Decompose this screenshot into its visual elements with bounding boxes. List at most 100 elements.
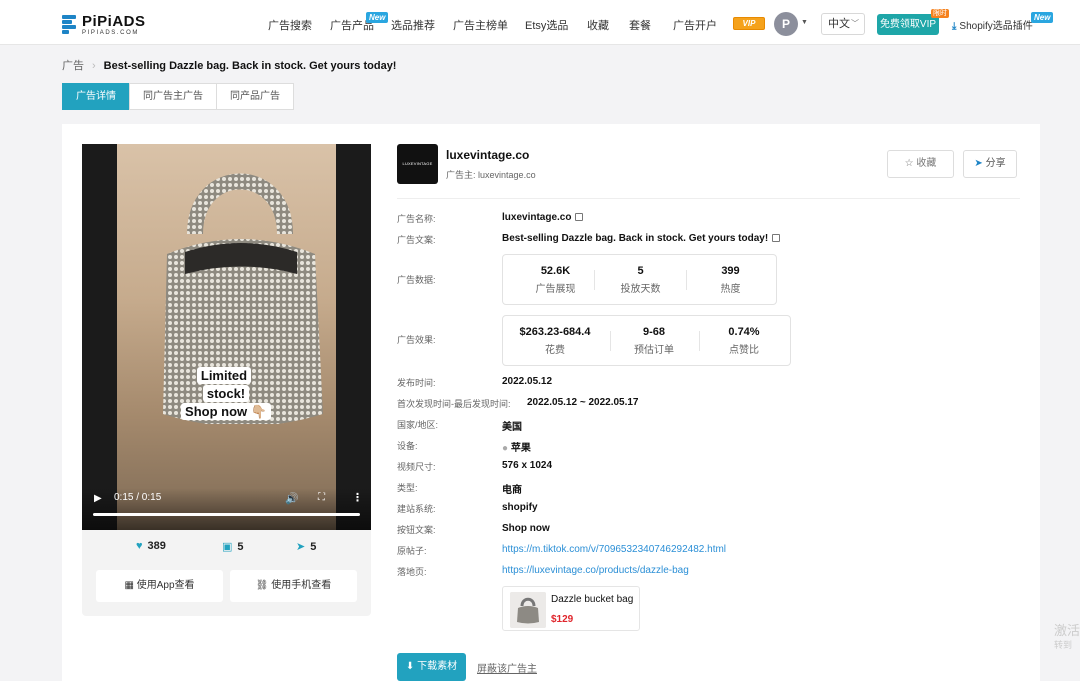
download-material-button[interactable]: ⬇ 下载素材 <box>397 653 466 681</box>
comment-icon: ▣ <box>222 541 233 553</box>
original-post-label: 原帖子: <box>397 546 427 556</box>
cta-label: 按钮文案: <box>397 525 436 535</box>
link-icon: ⛓ <box>255 580 272 591</box>
share-label: 分享 <box>985 158 1006 169</box>
top-navigation-bar: PiPiADS PIPIADS.COM 广告搜索 广告产品 New 选品推荐 广… <box>0 0 1080 45</box>
new-badge: New <box>1031 12 1054 23</box>
tab-same-product[interactable]: 同产品广告 <box>216 83 294 110</box>
language-label: 中文 <box>828 18 850 30</box>
vip-level-badge[interactable]: VIP <box>733 17 765 30</box>
device-text: 苹果 <box>510 443 531 454</box>
advertiser-sub-label: 广告主: <box>446 170 476 180</box>
heart-icon: ♥ <box>136 540 143 552</box>
ad-effect-like-ratio: 0.74% 点赞比 <box>698 326 790 356</box>
activation-watermark: 激活 <box>1054 623 1080 638</box>
free-vip-button[interactable]: 免费领取VIP <box>877 14 939 35</box>
view-in-app-button[interactable]: ▦ 使用App查看 <box>96 570 223 602</box>
activation-watermark-sub: 转到 <box>1054 640 1073 650</box>
advertiser-name[interactable]: luxevintage.co <box>446 148 529 162</box>
video-controls: ▶ 0:15 / 0:15 🔊 ⛶ ⋮ <box>82 488 371 530</box>
language-select[interactable]: 中文 ﹀ <box>821 13 865 35</box>
share-button[interactable]: ➤ 分享 <box>963 150 1017 178</box>
ad-effect-spend: $263.23-684.4 花费 <box>505 326 605 356</box>
nav-advertiser-ranking[interactable]: 广告主榜单 <box>453 17 508 33</box>
ad-name-text: luxevintage.co <box>502 212 572 223</box>
copy-icon[interactable] <box>575 213 584 221</box>
device-value: ● 苹果 <box>502 439 531 454</box>
ad-copy-text: Best-selling Dazzle bag. Back in stock. … <box>502 233 769 244</box>
size-label: 视频尺寸: <box>397 462 436 472</box>
landing-page-link[interactable]: https://luxevintage.co/products/dazzle-b… <box>502 565 689 576</box>
comments-count: 5 <box>237 541 244 553</box>
days-value: 5 <box>637 265 644 277</box>
advertiser-logo: LUXEVINTAGE <box>397 144 438 184</box>
qr-code-icon: ▦ <box>124 580 137 591</box>
download-icon: ⤓ <box>952 21 957 32</box>
type-value: 电商 <box>502 485 522 496</box>
video-player[interactable]: Limited stock! Shop now 👇🏼 ▶ 0:15 / 0:15… <box>82 144 371 530</box>
impressions-value: 52.6K <box>540 265 571 277</box>
view-on-phone-button[interactable]: ⛓ 使用手机查看 <box>230 570 357 602</box>
nav-ad-search[interactable]: 广告搜索 <box>268 17 312 33</box>
heat-value: 399 <box>721 265 740 277</box>
divider <box>686 270 687 290</box>
block-advertiser-link[interactable]: 屏蔽该广告主 <box>477 660 537 675</box>
first-last-label: 首次发现时间-最后发现时间: <box>397 399 511 409</box>
ad-data-impressions: 52.6K 广告展现 <box>513 265 598 295</box>
divider <box>594 270 595 290</box>
impressions-label: 广告展现 <box>535 284 576 295</box>
ad-name-value: luxevintage.co <box>502 212 584 223</box>
nav-etsy[interactable]: Etsy选品 <box>525 17 568 33</box>
ad-effect-label: 广告效果: <box>397 335 436 345</box>
fullscreen-icon[interactable]: ⛶ <box>318 492 325 503</box>
advertiser-sub-value[interactable]: luxevintage.co <box>478 170 536 180</box>
heat-label: 热度 <box>720 284 741 295</box>
type-label: 类型: <box>397 483 418 493</box>
nav-favorites[interactable]: 收藏 <box>587 17 609 33</box>
send-icon: ➤ <box>296 541 306 553</box>
favorite-button[interactable]: ☆ 收藏 <box>887 150 954 178</box>
play-icon[interactable]: ▶ <box>94 493 102 504</box>
ad-name-label: 广告名称: <box>397 214 436 224</box>
more-options-icon[interactable]: ⋮ <box>352 491 363 504</box>
send-icon: ➤ <box>974 158 983 169</box>
ad-effect-orders: 9-68 预估订单 <box>608 326 700 356</box>
product-card[interactable]: Dazzle bucket bag $129 <box>502 586 640 631</box>
view-in-app-label: 使用App查看 <box>136 580 195 591</box>
ad-copy-value: Best-selling Dazzle bag. Back in stock. … <box>502 233 781 244</box>
first-last-value: 2022.05.12 ~ 2022.05.17 <box>527 397 639 408</box>
video-progress-bar[interactable] <box>93 513 360 516</box>
logo-mark-icon <box>62 15 76 35</box>
pipiads-logo[interactable]: PiPiADS PIPIADS.COM <box>62 12 146 38</box>
breadcrumb-root[interactable]: 广告 <box>62 60 84 72</box>
engagement-stats: ♥ 389 ▣ 5 ➤ 5 <box>82 540 371 560</box>
shopify-plugin-label: Shopify选品插件 <box>959 21 1033 32</box>
nav-ad-account[interactable]: 广告开户 <box>673 17 717 33</box>
volume-icon[interactable]: 🔊 <box>285 492 299 505</box>
video-caption: Limited stock! Shop now 👇🏼 <box>178 367 274 421</box>
site-value: shopify <box>502 502 538 513</box>
original-post-link[interactable]: https://m.tiktok.com/v/70965323407462924… <box>502 544 726 555</box>
nav-plans[interactable]: 套餐 <box>629 17 651 33</box>
likes-stat: ♥ 389 <box>136 540 166 552</box>
chevron-right-icon: › <box>92 60 96 72</box>
apple-icon: ● <box>502 443 509 454</box>
country-label: 国家/地区: <box>397 420 439 430</box>
logo-sub: PIPIADS.COM <box>82 30 139 36</box>
shares-count: 5 <box>310 541 317 553</box>
ad-data-box: 52.6K 广告展现 5 投放天数 399 热度 <box>502 254 777 305</box>
like-ratio-label: 点赞比 <box>729 345 759 356</box>
chevron-down-icon[interactable]: ▼ <box>801 19 808 26</box>
ad-data-heat: 399 热度 <box>688 265 773 295</box>
product-name: Dazzle bucket bag <box>551 594 634 605</box>
copy-icon[interactable] <box>772 234 781 242</box>
publish-value: 2022.05.12 <box>502 376 553 387</box>
tab-ad-detail[interactable]: 广告详情 <box>62 83 130 110</box>
user-avatar[interactable]: P <box>774 12 798 36</box>
shopify-plugin-link[interactable]: ⤓ Shopify选品插件 <box>952 17 1033 32</box>
tab-same-advertiser[interactable]: 同广告主广告 <box>129 83 217 110</box>
nav-product-recommend[interactable]: 选品推荐 <box>391 17 435 33</box>
days-label: 投放天数 <box>620 284 661 295</box>
shares-stat: ➤ 5 <box>296 540 316 553</box>
country-value: 美国 <box>502 422 522 433</box>
